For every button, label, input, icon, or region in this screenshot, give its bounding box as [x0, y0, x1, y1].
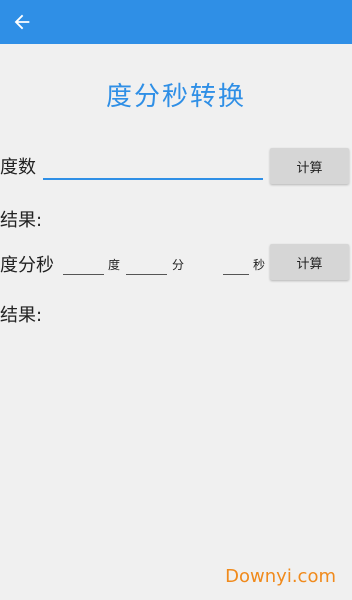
- page-title: 度分秒转换: [105, 82, 246, 112]
- back-button[interactable]: [8, 8, 36, 36]
- dms-label: 度分秒: [0, 255, 54, 276]
- second-unit: 秒: [253, 258, 266, 272]
- minute-input[interactable]: [126, 253, 167, 275]
- degrees-result-label: 结果:: [0, 210, 43, 231]
- watermark-text: Downyi.com: [225, 566, 336, 587]
- arrow-left-icon: [14, 14, 30, 30]
- degrees-label: 度数: [0, 157, 36, 178]
- degrees-input[interactable]: [43, 150, 263, 180]
- dms-result-label: 结果:: [0, 305, 43, 326]
- second-input[interactable]: [223, 253, 249, 275]
- degree-unit: 度: [108, 258, 121, 272]
- minute-unit: 分: [172, 258, 185, 272]
- app-bar: [0, 0, 352, 44]
- calculate-degrees-button[interactable]: 计算: [270, 148, 349, 184]
- degree-input[interactable]: [63, 253, 104, 275]
- calculate-dms-button[interactable]: 计算: [270, 244, 349, 280]
